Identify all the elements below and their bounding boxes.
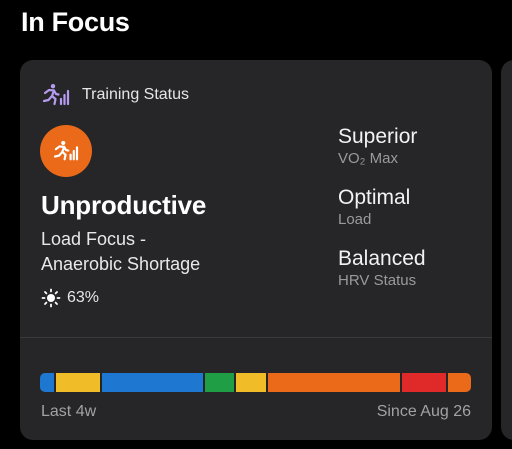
metric-value: Superior	[338, 125, 418, 148]
metric-label: VO₂ Max	[338, 150, 398, 167]
history-segment	[267, 373, 401, 392]
history-segment	[55, 373, 100, 392]
history-segment	[40, 373, 54, 392]
acclimation-value: 63%	[67, 289, 100, 306]
card-header-label: Training Status	[82, 86, 190, 103]
next-card-peek[interactable]	[501, 60, 512, 440]
metric-hrv-status: Balanced HRV Status	[338, 247, 426, 291]
divider	[20, 337, 492, 338]
sun-icon	[41, 288, 61, 308]
metric-value: Optimal	[338, 186, 411, 209]
runner-bars-icon	[53, 140, 79, 162]
metric-vo2max: Superior VO₂ Max	[338, 125, 417, 169]
status-badge	[40, 125, 92, 177]
history-segment	[101, 373, 204, 392]
metric-label: Load	[338, 211, 372, 228]
training-status-runner-icon	[42, 83, 70, 107]
metric-load: Optimal Load	[338, 186, 410, 230]
training-status-history-bar	[40, 373, 471, 392]
acclimation-row: 63%	[41, 288, 99, 308]
history-end-label: Since Aug 26	[376, 403, 471, 420]
section-title: In Focus	[21, 7, 130, 37]
history-labels: Last 4w Since Aug 26	[41, 403, 471, 421]
training-status-value: Unproductive	[41, 190, 207, 220]
metric-value: Balanced	[338, 247, 426, 270]
status-description-line-2: Anaerobic Shortage	[41, 254, 201, 274]
history-segment	[402, 373, 447, 392]
card-header: Training Status	[42, 82, 189, 108]
history-start-label: Last 4w	[41, 403, 97, 420]
history-segment	[236, 373, 266, 392]
status-description: Load Focus - Anaerobic Shortage	[41, 227, 200, 277]
status-description-line-1: Load Focus -	[41, 229, 147, 249]
metric-label: HRV Status	[338, 272, 417, 289]
training-status-card[interactable]: Training Status Unproductive Load Focus …	[20, 60, 492, 440]
history-segment	[205, 373, 235, 392]
history-segment	[448, 373, 471, 392]
